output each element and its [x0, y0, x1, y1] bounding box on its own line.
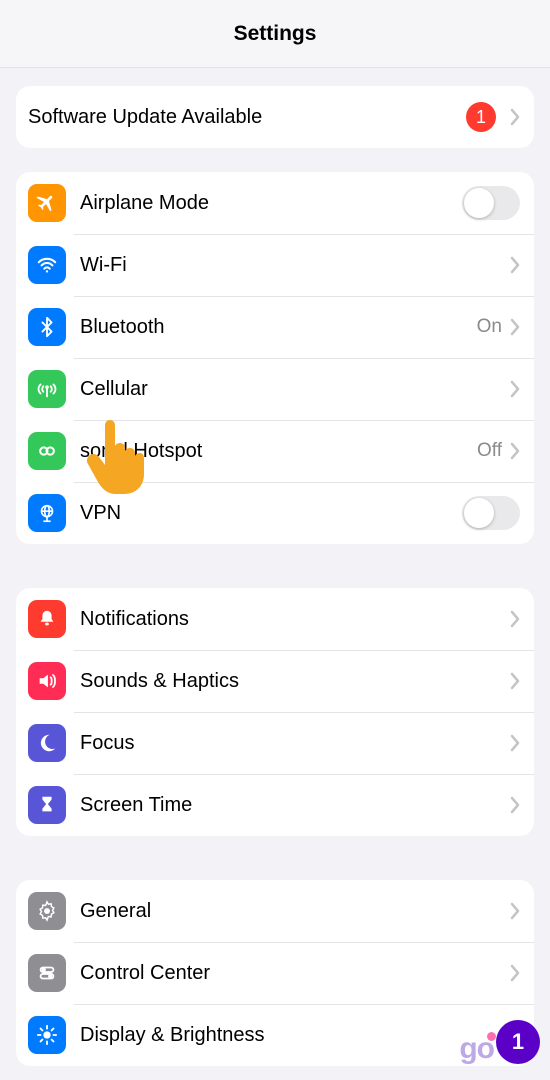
- notifications-label: Notifications: [80, 608, 510, 631]
- header: Settings: [0, 0, 550, 68]
- focus-row[interactable]: Focus: [16, 712, 534, 774]
- airplane-label: Airplane Mode: [80, 192, 462, 215]
- airplane-mode-row[interactable]: Airplane Mode: [16, 172, 534, 234]
- hotspot-icon: [28, 432, 66, 470]
- logo-dot-icon: [487, 1032, 496, 1041]
- wifi-label: Wi-Fi: [80, 254, 510, 277]
- hotspot-value: Off: [477, 440, 502, 462]
- page-title: Settings: [234, 22, 317, 46]
- chevron-right-icon: [510, 442, 520, 460]
- sounds-icon: [28, 662, 66, 700]
- cellular-icon: [28, 370, 66, 408]
- software-update-label: Software Update Available: [28, 106, 466, 129]
- control-center-label: Control Center: [80, 962, 510, 985]
- screentime-icon: [28, 786, 66, 824]
- vpn-icon: [28, 494, 66, 532]
- control-center-row[interactable]: Control Center: [16, 942, 534, 1004]
- notifications-icon: [28, 600, 66, 638]
- chevron-right-icon: [510, 108, 520, 126]
- step-badge: 1: [496, 1020, 540, 1064]
- airplane-toggle[interactable]: [462, 186, 520, 220]
- chevron-right-icon: [510, 610, 520, 628]
- chevron-right-icon: [510, 796, 520, 814]
- software-update-group: Software Update Available 1: [16, 86, 534, 148]
- control-center-icon: [28, 954, 66, 992]
- vpn-label: VPN: [80, 502, 462, 525]
- wifi-row[interactable]: Wi-Fi: [16, 234, 534, 296]
- bluetooth-row[interactable]: Bluetooth On: [16, 296, 534, 358]
- go-logo: go: [459, 1032, 494, 1066]
- bluetooth-label: Bluetooth: [80, 316, 477, 339]
- notifications-group: Notifications Sounds & Haptics Focus Scr…: [16, 588, 534, 836]
- settings-content: Software Update Available 1 Airplane Mod…: [0, 86, 550, 1066]
- wifi-icon: [28, 246, 66, 284]
- chevron-right-icon: [510, 902, 520, 920]
- pointer-hand-icon: [84, 414, 154, 494]
- airplane-icon: [28, 184, 66, 222]
- chevron-right-icon: [510, 256, 520, 274]
- general-label: General: [80, 900, 510, 923]
- update-badge: 1: [466, 102, 496, 132]
- bluetooth-value: On: [477, 316, 502, 338]
- general-row[interactable]: General: [16, 880, 534, 942]
- display-brightness-row[interactable]: Display & Brightness: [16, 1004, 534, 1066]
- focus-icon: [28, 724, 66, 762]
- cellular-label: Cellular: [80, 378, 510, 401]
- sounds-label: Sounds & Haptics: [80, 670, 510, 693]
- chevron-right-icon: [510, 672, 520, 690]
- sounds-row[interactable]: Sounds & Haptics: [16, 650, 534, 712]
- screentime-label: Screen Time: [80, 794, 510, 817]
- software-update-row[interactable]: Software Update Available 1: [16, 86, 534, 148]
- focus-label: Focus: [80, 732, 510, 755]
- chevron-right-icon: [510, 380, 520, 398]
- vpn-toggle[interactable]: [462, 496, 520, 530]
- cellular-row[interactable]: Cellular: [16, 358, 534, 420]
- screen-time-row[interactable]: Screen Time: [16, 774, 534, 836]
- chevron-right-icon: [510, 734, 520, 752]
- general-group: General Control Center Display & Brightn…: [16, 880, 534, 1066]
- display-icon: [28, 1016, 66, 1054]
- notifications-row[interactable]: Notifications: [16, 588, 534, 650]
- general-icon: [28, 892, 66, 930]
- chevron-right-icon: [510, 964, 520, 982]
- display-label: Display & Brightness: [80, 1024, 510, 1047]
- bluetooth-icon: [28, 308, 66, 346]
- chevron-right-icon: [510, 318, 520, 336]
